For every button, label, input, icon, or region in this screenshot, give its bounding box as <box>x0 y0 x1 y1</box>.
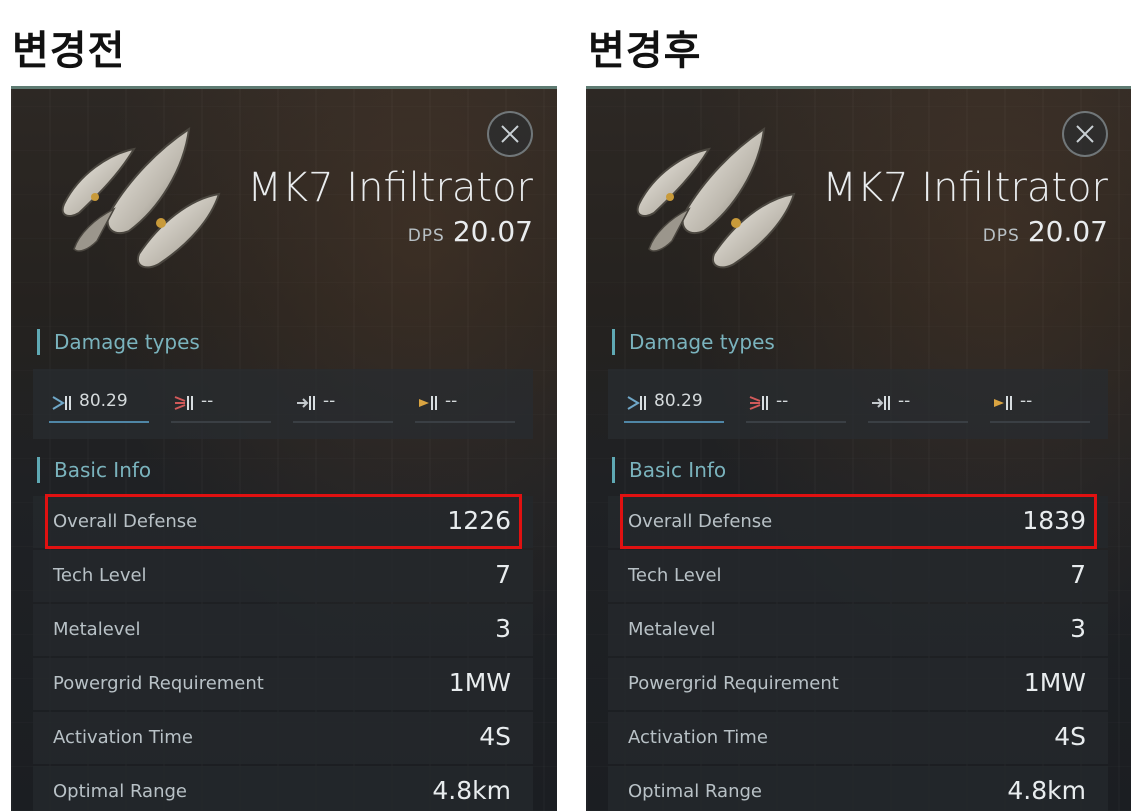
close-button[interactable] <box>487 111 533 157</box>
row-label: Powergrid Requirement <box>628 673 839 694</box>
row-label: Metalevel <box>628 619 716 640</box>
item-name: MK7 Infiltrator <box>822 165 1108 211</box>
section-title: Damage types <box>54 330 200 354</box>
row-label: Metalevel <box>53 619 141 640</box>
drone-ship-icon <box>61 126 221 269</box>
explosive-damage-icon <box>994 396 1012 410</box>
section-title: Damage types <box>629 330 775 354</box>
em-damage-icon <box>627 396 646 410</box>
damage-tab-em[interactable]: 80.29 <box>49 391 149 423</box>
row-value: 7 <box>495 560 511 589</box>
row-label: Activation Time <box>53 727 193 748</box>
damage-value: -- <box>323 391 336 411</box>
damage-value: -- <box>201 391 214 411</box>
info-row-powergrid: Powergrid Requirement 1MW <box>33 658 533 710</box>
damage-value: -- <box>898 391 911 411</box>
highlight-box <box>45 494 522 549</box>
damage-types-row: 80.29 -- -- -- <box>608 369 1108 439</box>
dps-value: 20.07 <box>452 215 533 248</box>
info-row-tech-level: Tech Level 7 <box>33 550 533 602</box>
row-label: Activation Time <box>628 727 768 748</box>
item-name: MK7 Infiltrator <box>247 165 533 211</box>
basic-info-header: Basic Info <box>612 457 726 483</box>
highlight-box <box>620 494 1097 549</box>
row-value: 1MW <box>1023 668 1086 697</box>
row-value: 1MW <box>448 668 511 697</box>
dps-value: 20.07 <box>1027 215 1108 248</box>
item-info-panel-before: MK7 Infiltrator DPS 20.07 Damage types 8… <box>11 86 557 811</box>
damage-types-header: Damage types <box>37 329 200 355</box>
section-title: Basic Info <box>629 458 727 482</box>
section-title: Basic Info <box>54 458 152 482</box>
damage-tab-thermal[interactable]: -- <box>746 391 846 423</box>
damage-tab-em[interactable]: 80.29 <box>624 391 724 423</box>
basic-info-header: Basic Info <box>37 457 151 483</box>
row-label: Tech Level <box>53 565 147 586</box>
row-label: Optimal Range <box>53 781 187 802</box>
info-row-metalevel: Metalevel 3 <box>33 604 533 656</box>
damage-tab-thermal[interactable]: -- <box>171 391 271 423</box>
row-value: 4S <box>1054 722 1086 751</box>
dps-readout: DPS 20.07 <box>983 215 1108 248</box>
dps-label: DPS <box>982 226 1020 246</box>
damage-tab-kinetic[interactable]: -- <box>868 391 968 423</box>
row-label: Tech Level <box>628 565 722 586</box>
damage-tab-explosive[interactable]: -- <box>990 391 1090 423</box>
damage-value: 80.29 <box>654 391 703 411</box>
row-value: 4S <box>479 722 511 751</box>
row-label: Powergrid Requirement <box>53 673 264 694</box>
drone-ship-icon <box>636 126 796 269</box>
row-value: 4.8km <box>432 776 511 805</box>
explosive-damage-icon <box>419 396 437 410</box>
after-heading: 변경후 <box>588 28 702 74</box>
dps-label: DPS <box>407 226 445 246</box>
damage-tab-explosive[interactable]: -- <box>415 391 515 423</box>
damage-tab-kinetic[interactable]: -- <box>293 391 393 423</box>
close-icon <box>1076 125 1094 143</box>
info-row-activation-time: Activation Time 4S <box>33 712 533 764</box>
dps-readout: DPS 20.07 <box>408 215 533 248</box>
damage-value: -- <box>776 391 789 411</box>
close-button[interactable] <box>1062 111 1108 157</box>
before-heading: 변경전 <box>12 28 126 74</box>
damage-value: -- <box>1020 391 1033 411</box>
info-row-tech-level: Tech Level 7 <box>608 550 1108 602</box>
close-icon <box>501 125 519 143</box>
row-value: 4.8km <box>1007 776 1086 805</box>
info-row-optimal-range: Optimal Range 4.8km <box>33 766 533 811</box>
info-row-powergrid: Powergrid Requirement 1MW <box>608 658 1108 710</box>
damage-types-header: Damage types <box>612 329 775 355</box>
info-row-optimal-range: Optimal Range 4.8km <box>608 766 1108 811</box>
row-value: 7 <box>1070 560 1086 589</box>
info-row-activation-time: Activation Time 4S <box>608 712 1108 764</box>
damage-types-row: 80.29 -- -- -- <box>33 369 533 439</box>
row-label: Optimal Range <box>628 781 762 802</box>
damage-value: 80.29 <box>79 391 128 411</box>
damage-value: -- <box>445 391 458 411</box>
item-info-panel-after: MK7 Infiltrator DPS 20.07 Damage types 8… <box>586 86 1131 811</box>
info-row-metalevel: Metalevel 3 <box>608 604 1108 656</box>
row-value: 3 <box>1070 614 1086 643</box>
thermal-damage-icon <box>174 396 193 410</box>
em-damage-icon <box>52 396 71 410</box>
thermal-damage-icon <box>749 396 768 410</box>
kinetic-damage-icon <box>872 396 890 410</box>
row-value: 3 <box>495 614 511 643</box>
kinetic-damage-icon <box>297 396 315 410</box>
